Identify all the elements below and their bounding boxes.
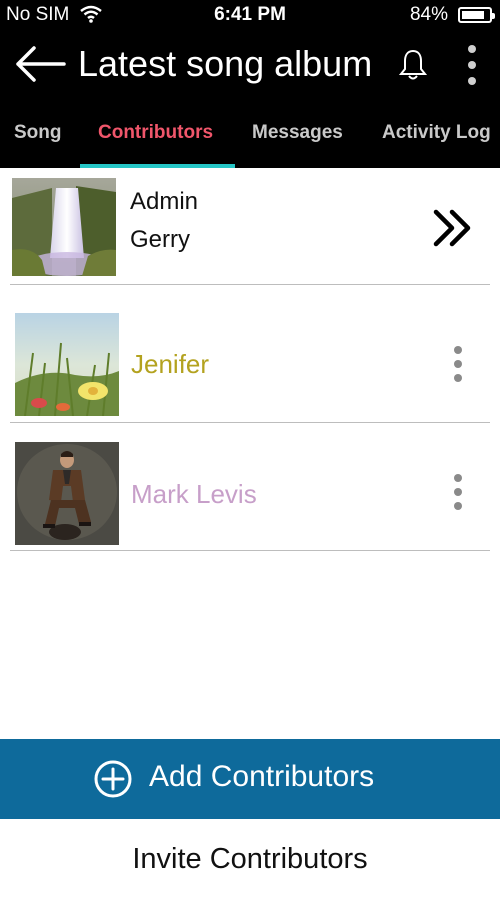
contributor-name: Gerry (130, 226, 190, 253)
contributor-photo (15, 313, 119, 416)
add-contributors-button[interactable]: Add Contributors (0, 739, 500, 819)
add-contributors-label: Add Contributors (149, 760, 375, 793)
list-item[interactable]: Admin Gerry (0, 168, 500, 285)
tab-messages[interactable]: Messages (252, 122, 343, 144)
tab-song[interactable]: Song (14, 122, 62, 144)
more-vertical-icon[interactable] (448, 473, 468, 513)
contributor-photo (15, 442, 119, 545)
plus-circle-icon (94, 760, 132, 798)
tab-bar: Song Contributors Messages Activity Log (0, 100, 500, 168)
row-divider (10, 550, 490, 551)
contributor-photo (12, 178, 116, 276)
more-vertical-icon[interactable] (448, 345, 468, 385)
tab-activity-log[interactable]: Activity Log (382, 122, 491, 144)
contributor-name: Mark Levis (131, 479, 257, 509)
tab-contributors[interactable]: Contributors (98, 122, 213, 144)
contributor-role: Admin (130, 188, 199, 215)
invite-contributors-button[interactable]: Invite Contributors (0, 819, 500, 900)
list-item[interactable]: Mark Levis (0, 423, 500, 551)
page-title: Latest song album (78, 43, 373, 84)
list-item[interactable]: Jenifer (0, 285, 500, 423)
bell-icon[interactable] (398, 48, 428, 82)
status-bar: No SIM 6:41 PM 84% (0, 0, 500, 30)
battery-percent: 84% (409, 4, 448, 25)
more-vertical-icon[interactable] (460, 42, 484, 88)
app-header: Latest song album (0, 30, 500, 100)
battery-icon (458, 7, 495, 23)
double-chevron-right-icon[interactable] (430, 208, 476, 248)
back-arrow-icon[interactable] (14, 44, 66, 84)
contributor-name: Jenifer (131, 349, 210, 379)
